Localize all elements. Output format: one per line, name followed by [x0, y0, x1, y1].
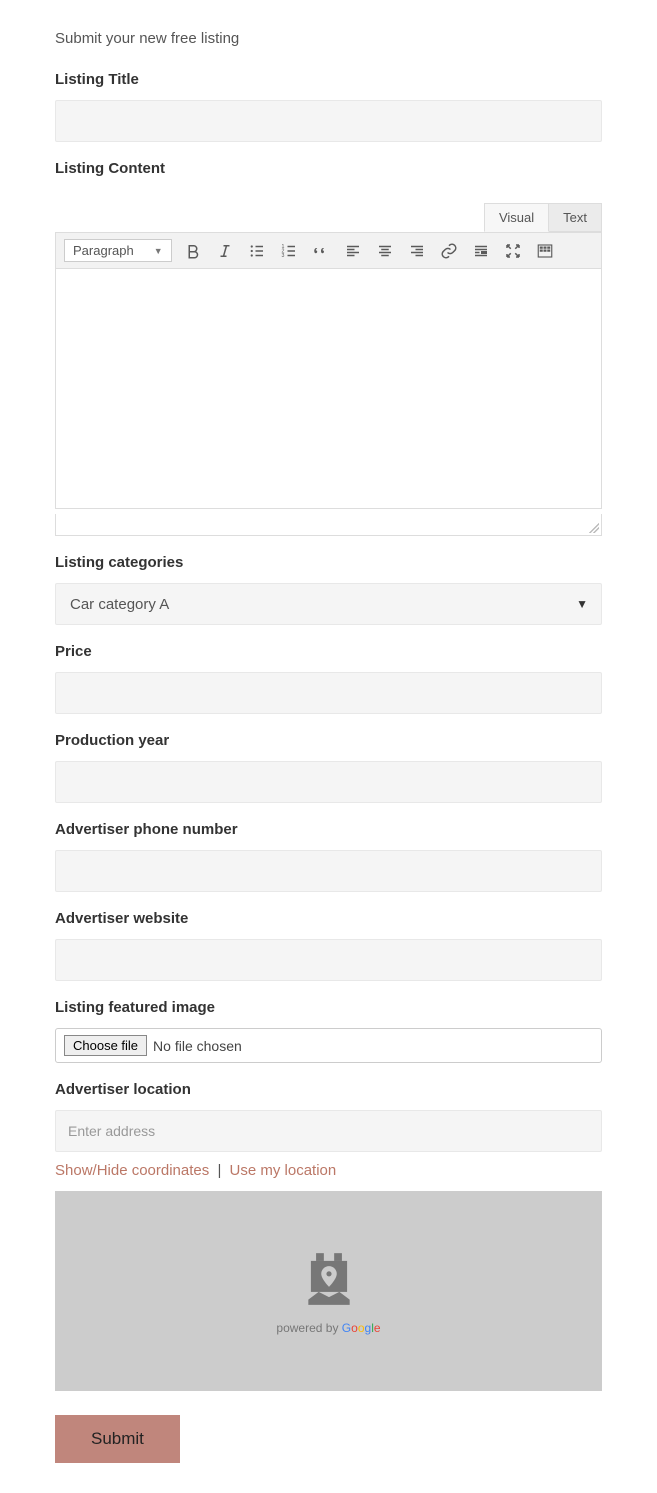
- svg-text:3: 3: [281, 253, 284, 259]
- numbered-list-icon[interactable]: 123: [278, 240, 300, 262]
- toolbar-toggle-icon[interactable]: [534, 240, 556, 262]
- editor-toolbar: Paragraph ▼ 123: [55, 232, 602, 269]
- paragraph-dropdown-label: Paragraph: [73, 243, 134, 258]
- align-left-icon[interactable]: [342, 240, 364, 262]
- map-pin-icon: [298, 1248, 360, 1315]
- featured-image-file[interactable]: Choose file No file chosen: [55, 1028, 602, 1063]
- editor-resize-handle[interactable]: [55, 514, 602, 536]
- chevron-down-icon: ▼: [154, 246, 163, 256]
- listing-title-input[interactable]: [55, 100, 602, 142]
- price-input[interactable]: [55, 672, 602, 714]
- align-right-icon[interactable]: [406, 240, 428, 262]
- page-intro: Submit your new free listing: [55, 30, 602, 47]
- listing-categories-select[interactable]: Car category A: [55, 583, 602, 625]
- editor-tab-visual[interactable]: Visual: [484, 203, 549, 232]
- editor-tab-text[interactable]: Text: [549, 203, 602, 232]
- paragraph-dropdown[interactable]: Paragraph ▼: [64, 239, 172, 262]
- listing-categories-value: Car category A: [70, 596, 169, 613]
- label-website: Advertiser website: [55, 910, 602, 927]
- link-icon[interactable]: [438, 240, 460, 262]
- label-price: Price: [55, 643, 602, 660]
- label-featured-image: Listing featured image: [55, 999, 602, 1016]
- production-year-input[interactable]: [55, 761, 602, 803]
- choose-file-button[interactable]: Choose file: [64, 1035, 147, 1056]
- label-listing-title: Listing Title: [55, 71, 602, 88]
- website-input[interactable]: [55, 939, 602, 981]
- blockquote-icon[interactable]: [310, 240, 332, 262]
- bullet-list-icon[interactable]: [246, 240, 268, 262]
- align-center-icon[interactable]: [374, 240, 396, 262]
- submit-button[interactable]: Submit: [55, 1415, 180, 1463]
- listing-content-editor[interactable]: [55, 269, 602, 509]
- label-location: Advertiser location: [55, 1081, 602, 1098]
- use-my-location-link[interactable]: Use my location: [230, 1162, 337, 1179]
- label-production-year: Production year: [55, 732, 602, 749]
- separator: |: [217, 1162, 221, 1179]
- phone-input[interactable]: [55, 850, 602, 892]
- read-more-icon[interactable]: [470, 240, 492, 262]
- label-listing-content: Listing Content: [55, 160, 602, 177]
- show-hide-coordinates-link[interactable]: Show/Hide coordinates: [55, 1162, 209, 1179]
- powered-by-google: powered by Google: [276, 1321, 380, 1335]
- file-status-text: No file chosen: [153, 1038, 242, 1054]
- fullscreen-icon[interactable]: [502, 240, 524, 262]
- map-placeholder: powered by Google: [55, 1191, 602, 1391]
- label-phone: Advertiser phone number: [55, 821, 602, 838]
- label-listing-categories: Listing categories: [55, 554, 602, 571]
- italic-icon[interactable]: [214, 240, 236, 262]
- location-input[interactable]: [55, 1110, 602, 1152]
- bold-icon[interactable]: [182, 240, 204, 262]
